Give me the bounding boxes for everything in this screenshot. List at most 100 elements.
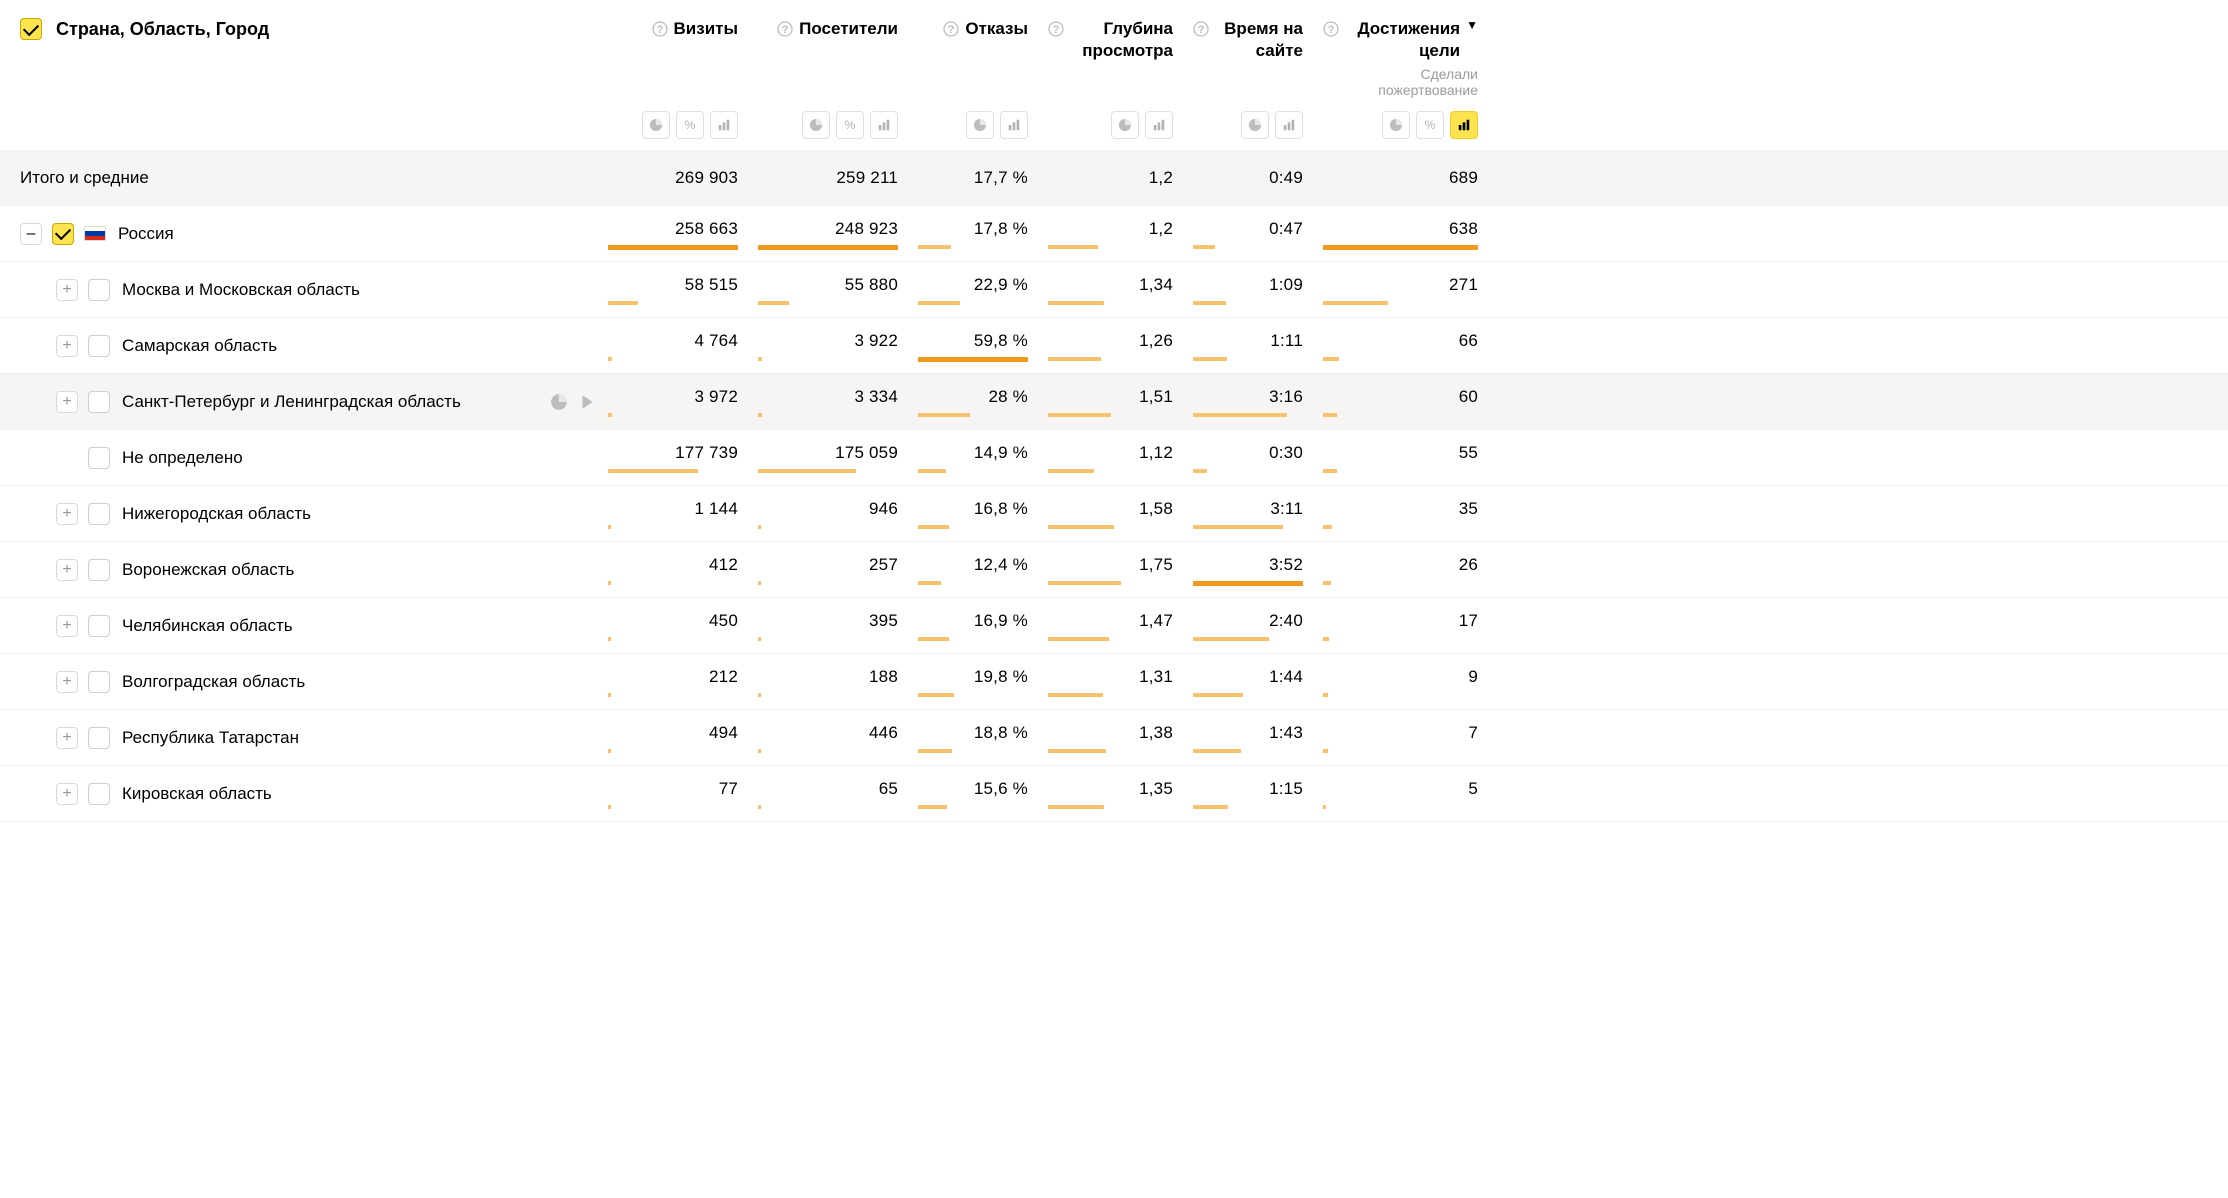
view-pie-icon[interactable] (1382, 111, 1410, 139)
cell-bounce: 12,4 % (918, 542, 1048, 597)
cell-goals: 7 (1323, 710, 1498, 765)
view-bars-icon[interactable] (1450, 111, 1478, 139)
cell-visits: 1 144 (608, 486, 758, 541)
header-goals[interactable]: Достижения цели▼ Сделали пожертвование (1323, 18, 1498, 98)
view-pie-icon[interactable] (1111, 111, 1139, 139)
help-icon[interactable] (652, 21, 668, 37)
cell-visits: 258 663 (608, 206, 758, 261)
expand-toggle[interactable] (56, 615, 78, 637)
row-checkbox[interactable] (88, 447, 110, 469)
row-checkbox[interactable] (88, 503, 110, 525)
view-percent-icon[interactable]: % (676, 111, 704, 139)
cell-visits: 4 764 (608, 318, 758, 373)
row-checkbox[interactable] (88, 391, 110, 413)
cell-goals: 55 (1323, 430, 1498, 485)
cell-goals: 35 (1323, 486, 1498, 541)
cell-bounce: 16,8 % (918, 486, 1048, 541)
cell-visits: 450 (608, 598, 758, 653)
cell-bounce: 59,8 % (918, 318, 1048, 373)
row-name: Челябинская область (122, 616, 293, 636)
dimension-label: Страна, Область, Город (56, 19, 269, 40)
cell-depth: 1,38 (1048, 710, 1193, 765)
cell-goals: 638 (1323, 206, 1498, 261)
expand-toggle[interactable] (56, 503, 78, 525)
row-checkbox[interactable] (88, 671, 110, 693)
flag-ru-icon (84, 226, 106, 241)
pie-icon[interactable] (550, 393, 568, 411)
row-name: Республика Татарстан (122, 728, 299, 748)
cell-visitors: 946 (758, 486, 918, 541)
view-pie-icon[interactable] (642, 111, 670, 139)
view-pie-icon[interactable] (1241, 111, 1269, 139)
expand-toggle[interactable] (56, 783, 78, 805)
view-bars-icon[interactable] (1275, 111, 1303, 139)
view-percent-icon[interactable]: % (836, 111, 864, 139)
play-icon[interactable] (578, 393, 596, 411)
row-checkbox[interactable] (88, 559, 110, 581)
view-percent-icon[interactable]: % (1416, 111, 1444, 139)
row-checkbox[interactable] (88, 335, 110, 357)
cell-time: 3:11 (1193, 486, 1323, 541)
cell-visitors: 248 923 (758, 206, 918, 261)
header-bounce[interactable]: Отказы (918, 18, 1048, 40)
view-bars-icon[interactable] (1145, 111, 1173, 139)
cell-bounce: 18,8 % (918, 710, 1048, 765)
table-row-region: Самарская область 4 764 3 922 59,8 % 1,2… (0, 318, 2228, 374)
help-icon[interactable] (1193, 21, 1209, 37)
row-checkbox[interactable] (88, 279, 110, 301)
select-all-checkbox[interactable] (20, 18, 42, 40)
header-dimension: Страна, Область, Город (0, 18, 608, 40)
row-checkbox[interactable] (88, 783, 110, 805)
cell-time: 1:09 (1193, 262, 1323, 317)
cell-visits: 412 (608, 542, 758, 597)
expand-toggle[interactable] (56, 559, 78, 581)
cell-depth: 1,12 (1048, 430, 1193, 485)
cell-depth: 1,31 (1048, 654, 1193, 709)
view-bars-icon[interactable] (710, 111, 738, 139)
view-pie-icon[interactable] (966, 111, 994, 139)
cell-time: 2:40 (1193, 598, 1323, 653)
cell-depth: 1,47 (1048, 598, 1193, 653)
row-checkbox[interactable] (88, 615, 110, 637)
totals-visits: 269 903 (675, 168, 738, 188)
help-icon[interactable] (1048, 21, 1064, 37)
view-bars-icon[interactable] (1000, 111, 1028, 139)
help-icon[interactable] (777, 21, 793, 37)
table-row-region: Волгоградская область 212 188 19,8 % 1,3… (0, 654, 2228, 710)
cell-bounce: 19,8 % (918, 654, 1048, 709)
cell-goals: 26 (1323, 542, 1498, 597)
cell-visits: 58 515 (608, 262, 758, 317)
cell-visits: 177 739 (608, 430, 758, 485)
cell-depth: 1,51 (1048, 374, 1193, 429)
cell-time: 3:16 (1193, 374, 1323, 429)
expand-toggle[interactable] (20, 223, 42, 245)
geo-report-table: Страна, Область, Город Визиты Посетители… (0, 0, 2228, 822)
header-visits[interactable]: Визиты (608, 18, 758, 40)
cell-goals: 60 (1323, 374, 1498, 429)
row-checkbox[interactable] (52, 223, 74, 245)
help-icon[interactable] (943, 21, 959, 37)
help-icon[interactable] (1323, 21, 1339, 37)
row-checkbox[interactable] (88, 727, 110, 749)
expand-toggle[interactable] (56, 335, 78, 357)
header-time[interactable]: Время на сайте (1193, 18, 1323, 62)
row-name: Не определено (122, 448, 243, 468)
cell-bounce: 14,9 % (918, 430, 1048, 485)
expand-toggle[interactable] (56, 391, 78, 413)
view-pie-icon[interactable] (802, 111, 830, 139)
cell-visits: 3 972 (608, 374, 758, 429)
cell-visitors: 3 922 (758, 318, 918, 373)
expand-toggle[interactable] (56, 671, 78, 693)
header-depth[interactable]: Глубина просмотра (1048, 18, 1193, 62)
expand-toggle[interactable] (56, 727, 78, 749)
table-row-region: Нижегородская область 1 144 946 16,8 % 1… (0, 486, 2228, 542)
expand-toggle[interactable] (56, 279, 78, 301)
view-bars-icon[interactable] (870, 111, 898, 139)
column-view-icons-row: % % % (0, 100, 2228, 150)
header-visitors[interactable]: Посетители (758, 18, 918, 40)
cell-depth: 1,2 (1048, 206, 1193, 261)
cell-bounce: 28 % (918, 374, 1048, 429)
totals-bounce: 17,7 % (974, 168, 1028, 188)
cell-time: 1:43 (1193, 710, 1323, 765)
cell-time: 3:52 (1193, 542, 1323, 597)
